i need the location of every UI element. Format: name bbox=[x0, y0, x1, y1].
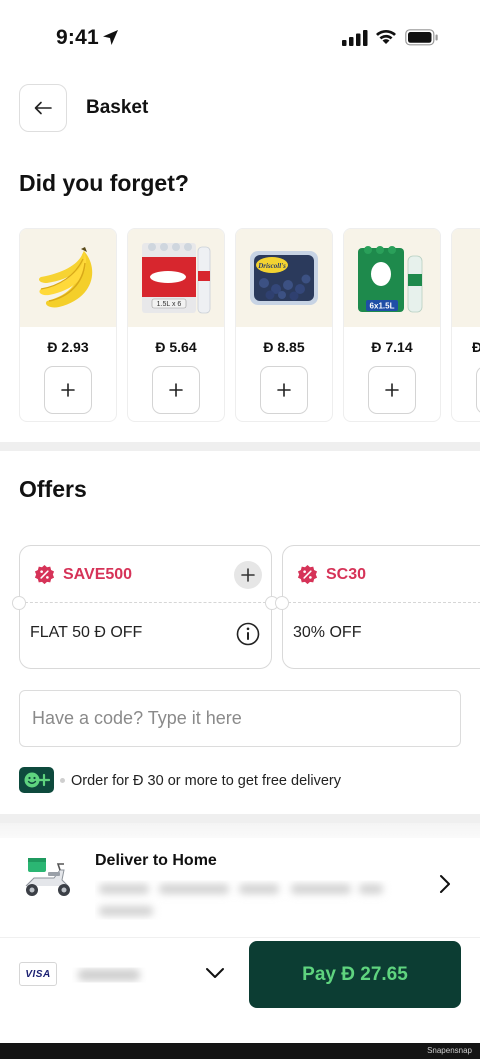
offer-code: SC30 bbox=[326, 566, 367, 583]
product-card[interactable]: Đ 2.93 bbox=[19, 228, 117, 422]
product-price: Đ bbox=[452, 339, 480, 355]
location-arrow-icon bbox=[103, 30, 118, 45]
pay-button[interactable]: Pay Đ 27.65 bbox=[249, 941, 461, 1008]
header: Basket bbox=[0, 82, 480, 134]
arrow-left-icon bbox=[34, 101, 52, 115]
separator-dot bbox=[60, 778, 65, 783]
plus-membership-badge bbox=[19, 767, 54, 793]
offer-card[interactable]: SC30 30% OFF bbox=[275, 545, 480, 669]
delivery-title: Deliver to Home bbox=[95, 852, 217, 869]
product-price: Đ 7.14 bbox=[371, 339, 413, 355]
svg-text:Driscoll's: Driscoll's bbox=[257, 262, 286, 270]
apply-offer-button[interactable] bbox=[234, 561, 262, 589]
info-icon[interactable] bbox=[236, 622, 260, 646]
offer-card[interactable]: SAVE500 FLAT 50 Đ OFF bbox=[12, 545, 279, 669]
watermark: Snapensnap bbox=[427, 1046, 472, 1055]
plus-icon bbox=[241, 568, 255, 582]
plus-icon bbox=[385, 383, 399, 397]
wifi-icon bbox=[376, 30, 396, 44]
footer-strip: Snapensnap bbox=[0, 1043, 480, 1059]
back-button[interactable] bbox=[19, 84, 67, 132]
product-carousel[interactable]: Đ 2.93 1.5L x 6 Đ 5.64 Driscoll's Đ 8.85… bbox=[19, 228, 480, 423]
add-to-basket-button[interactable] bbox=[476, 366, 480, 414]
blurred-address bbox=[99, 884, 383, 916]
offer-description: 30% OFF bbox=[293, 624, 362, 641]
section-divider bbox=[0, 442, 480, 451]
product-image-al-ain-water: 6x1.5L bbox=[344, 229, 440, 327]
delivery-scooter-icon bbox=[25, 858, 70, 896]
page-title: Basket bbox=[86, 97, 149, 118]
plus-icon bbox=[277, 383, 291, 397]
add-to-basket-button[interactable] bbox=[152, 366, 200, 414]
free-delivery-promo: Order for Đ 30 or more to get free deliv… bbox=[19, 767, 459, 795]
product-image-water-pack: 1.5L x 6 bbox=[128, 229, 224, 327]
checkout-bar: VISA Pay Đ 27.65 bbox=[0, 937, 480, 1043]
plus-icon bbox=[61, 383, 75, 397]
battery-icon bbox=[405, 29, 438, 46]
svg-text:6x1.5L: 6x1.5L bbox=[370, 302, 395, 311]
add-to-basket-button[interactable] bbox=[44, 366, 92, 414]
blurred-card-number bbox=[78, 969, 140, 981]
offer-card-header: SAVE500 bbox=[20, 546, 271, 603]
product-card[interactable]: 6x1.5L Đ 7.14 bbox=[343, 228, 441, 422]
offers-section-title: Offers bbox=[19, 476, 87, 502]
product-card[interactable]: 1.5L x 6 Đ 5.64 bbox=[127, 228, 225, 422]
section-divider bbox=[0, 814, 480, 823]
status-time: 9:41 bbox=[56, 26, 99, 49]
offer-code: SAVE500 bbox=[63, 566, 133, 583]
cellular-signal-icon bbox=[342, 30, 368, 46]
offer-card-header: SC30 bbox=[283, 546, 480, 603]
promo-code-input[interactable] bbox=[19, 690, 461, 747]
product-card[interactable]: Đ bbox=[451, 228, 480, 422]
add-to-basket-button[interactable] bbox=[260, 366, 308, 414]
product-image-blueberries: Driscoll's bbox=[236, 229, 332, 327]
product-image-bananas bbox=[20, 229, 116, 327]
offer-description: FLAT 50 Đ OFF bbox=[30, 624, 143, 641]
shadow-gradient bbox=[0, 823, 480, 838]
status-bar: 9:41 bbox=[0, 0, 480, 78]
chevron-right-icon bbox=[440, 875, 450, 893]
ticket-notch bbox=[12, 596, 26, 610]
svg-text:1.5L x 6: 1.5L x 6 bbox=[157, 301, 182, 308]
visa-card-logo: VISA bbox=[19, 962, 57, 986]
add-to-basket-button[interactable] bbox=[368, 366, 416, 414]
product-price: Đ 8.85 bbox=[263, 339, 305, 355]
delivery-address-row[interactable]: Deliver to Home bbox=[0, 838, 480, 937]
smiley-plus-icon bbox=[24, 772, 50, 788]
promo-text: Order for Đ 30 or more to get free deliv… bbox=[71, 773, 341, 789]
chevron-down-icon[interactable] bbox=[205, 966, 225, 980]
discount-badge-icon bbox=[34, 564, 55, 585]
product-price: Đ 5.64 bbox=[155, 339, 197, 355]
plus-icon bbox=[169, 383, 183, 397]
ticket-notch bbox=[275, 596, 289, 610]
forget-section-title: Did you forget? bbox=[19, 170, 189, 196]
discount-badge-icon bbox=[297, 564, 318, 585]
product-card[interactable]: Driscoll's Đ 8.85 bbox=[235, 228, 333, 422]
product-image-cucumber bbox=[452, 229, 480, 327]
product-price: Đ 2.93 bbox=[47, 339, 89, 355]
